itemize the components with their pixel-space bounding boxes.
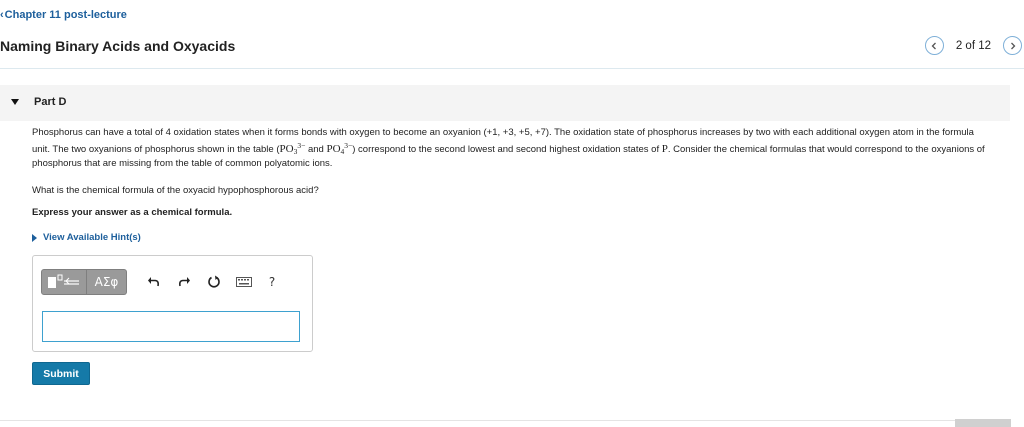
back-to-chapter-link[interactable]: ‹ Chapter 11 post-lecture bbox=[0, 9, 127, 21]
part-label: Part D bbox=[34, 96, 67, 108]
footer-divider bbox=[0, 420, 955, 421]
reset-icon bbox=[208, 275, 220, 288]
reset-button[interactable] bbox=[199, 269, 229, 295]
pager: 2 of 12 bbox=[924, 36, 1022, 55]
previous-item-button[interactable] bbox=[924, 36, 944, 55]
pager-position: 2 of 12 bbox=[955, 39, 991, 52]
hint-link-label: View Available Hint(s) bbox=[43, 232, 141, 243]
formula-phosphite: PO33− bbox=[279, 140, 306, 156]
redo-icon bbox=[179, 277, 190, 287]
problem-statement: Phosphorus can have a total of 4 oxidati… bbox=[32, 127, 992, 171]
footer-corner-tab bbox=[955, 419, 1011, 427]
templates-icon bbox=[48, 274, 79, 288]
problem-paragraph: Phosphorus can have a total of 4 oxidati… bbox=[32, 127, 992, 171]
answer-panel: ΑΣφ ? bbox=[32, 255, 313, 352]
keyboard-shortcuts-button[interactable] bbox=[229, 269, 259, 295]
help-icon: ? bbox=[268, 275, 276, 289]
formula-phosphate: PO43− bbox=[326, 140, 353, 156]
submit-button[interactable]: Submit bbox=[32, 362, 90, 385]
back-link-label: Chapter 11 post-lecture bbox=[4, 9, 127, 21]
math-toolbar: ΑΣφ ? bbox=[41, 269, 285, 295]
templates-button[interactable] bbox=[41, 269, 87, 295]
chevron-right-icon bbox=[1010, 42, 1015, 49]
problem-text-b: ) correspond to the second lowest and se… bbox=[352, 143, 662, 155]
next-item-button[interactable] bbox=[1003, 36, 1022, 55]
greek-letters-button[interactable]: ΑΣφ bbox=[87, 269, 127, 295]
part-header[interactable]: Part D bbox=[0, 85, 1010, 121]
title-divider bbox=[0, 68, 1024, 69]
page-title: Naming Binary Acids and Oxyacids bbox=[0, 38, 236, 54]
problem-text-mid: and bbox=[305, 143, 327, 155]
view-hints-link[interactable]: View Available Hint(s) bbox=[32, 232, 141, 243]
collapse-triangle-icon[interactable] bbox=[11, 99, 19, 105]
question-text: What is the chemical formula of the oxya… bbox=[32, 185, 319, 196]
undo-button[interactable] bbox=[139, 269, 169, 295]
keyboard-icon bbox=[236, 277, 252, 287]
caret-right-icon bbox=[32, 233, 37, 242]
help-button[interactable]: ? bbox=[259, 269, 285, 295]
answer-input[interactable] bbox=[42, 311, 300, 342]
chevron-left-icon: ‹ bbox=[0, 9, 4, 21]
answer-instruction: Express your answer as a chemical formul… bbox=[32, 207, 233, 218]
chevron-left-icon bbox=[931, 42, 937, 49]
undo-icon bbox=[148, 277, 159, 287]
redo-button[interactable] bbox=[169, 269, 199, 295]
greek-letters-icon: ΑΣφ bbox=[94, 275, 119, 289]
